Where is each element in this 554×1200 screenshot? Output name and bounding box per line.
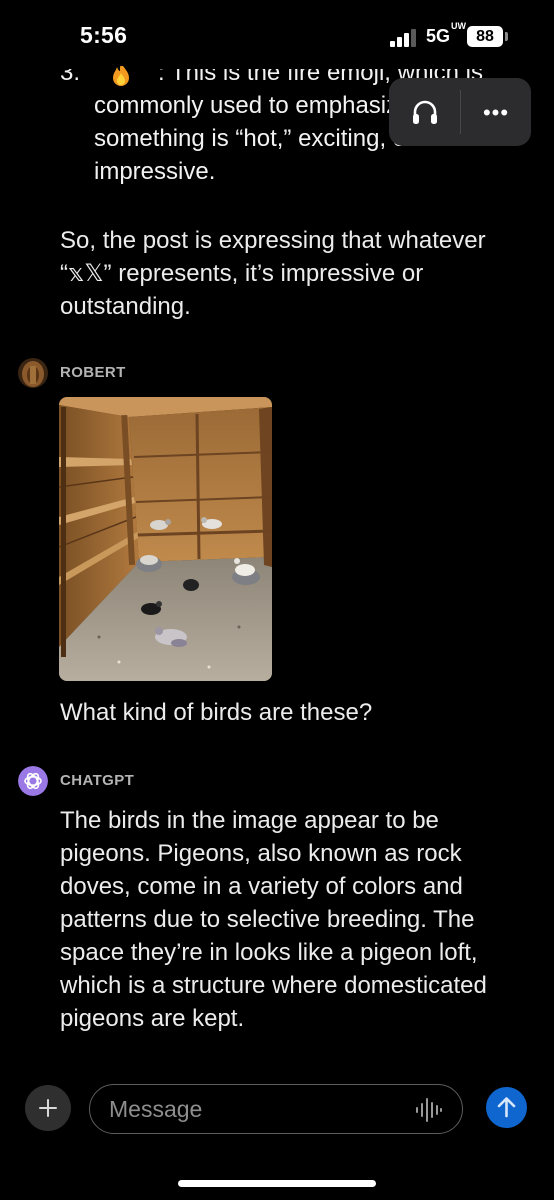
assistant-sender-name: CHATGPT: [60, 772, 135, 789]
battery-level: 88: [476, 28, 494, 45]
network-sup: UW: [451, 21, 467, 31]
pigeon-loft-photo[interactable]: [59, 397, 272, 681]
network-label: 5G: [426, 26, 451, 46]
voice-wave-icon[interactable]: [414, 1097, 444, 1123]
battery-cap: [505, 32, 508, 41]
assistant-reply: The birds in the image appear to be pige…: [60, 807, 487, 1032]
battery-icon: 88: [467, 26, 503, 47]
message-input[interactable]: Message: [89, 1084, 463, 1134]
user-sender-name: ROBERT: [60, 364, 126, 381]
more-icon[interactable]: •••: [481, 98, 511, 128]
chat-screen: 5:56 5GUW 88 ••• 3. : This is the fire e…: [0, 0, 554, 1200]
signal-icon: [390, 29, 420, 47]
assistant-summary: So, the post is expressing that whatever…: [60, 227, 486, 320]
send-arrow-icon: [497, 1097, 516, 1118]
pill-divider: [460, 90, 461, 134]
send-button[interactable]: [486, 1087, 527, 1128]
status-time: 5:56: [80, 22, 128, 48]
message-placeholder: Message: [109, 1096, 203, 1122]
list-item: 3. : This is the fire emoji, which is co…: [60, 56, 483, 196]
list-line-4: impressive.: [94, 158, 216, 185]
status-bar: 5:56 5GUW 88: [0, 0, 554, 70]
avatar: [18, 358, 48, 388]
voice-menu-pill: •••: [389, 78, 531, 146]
composer: Message: [0, 1075, 554, 1155]
plus-icon[interactable]: [25, 1085, 71, 1131]
home-indicator[interactable]: [178, 1180, 376, 1187]
network-indicator: 5GUW: [426, 21, 466, 47]
user-question: What kind of birds are these?: [60, 699, 373, 726]
headphones-icon[interactable]: [410, 97, 440, 127]
chatgpt-logo-icon: [18, 766, 48, 796]
